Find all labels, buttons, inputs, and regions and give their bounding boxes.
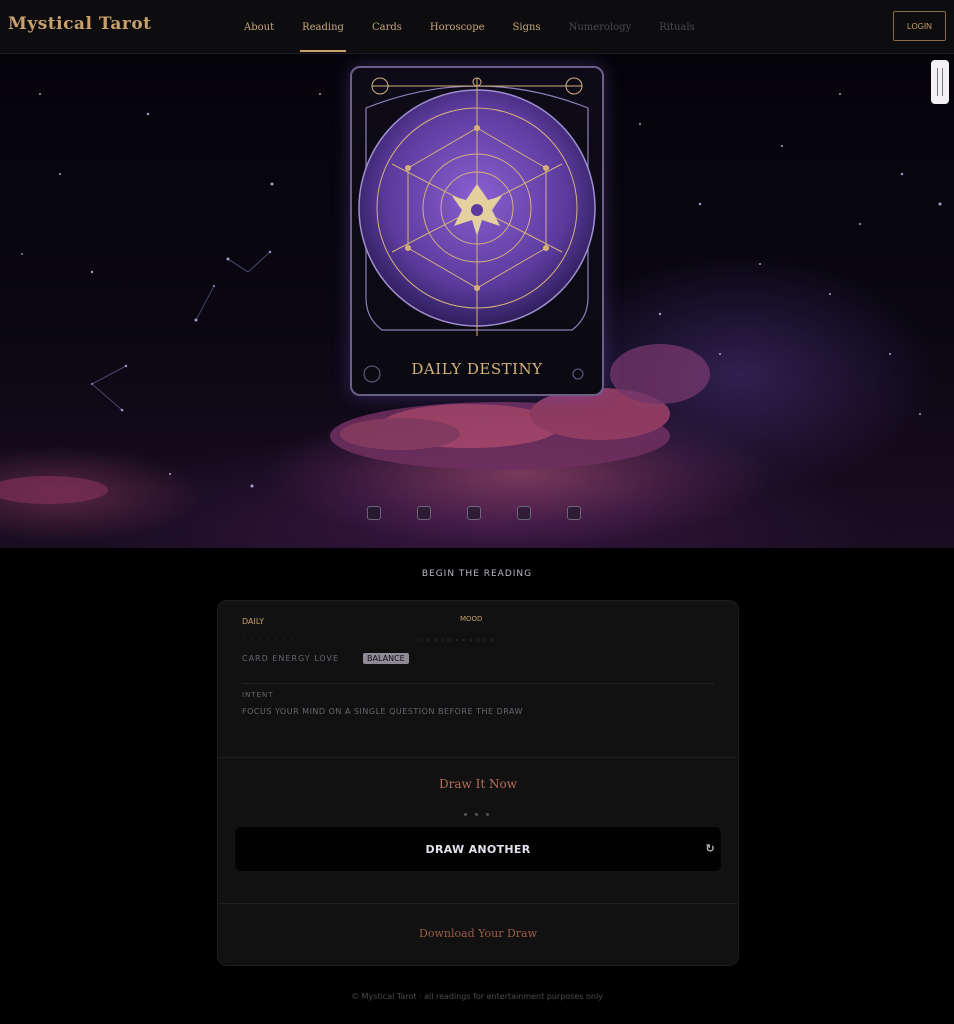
scroll-handle[interactable] xyxy=(931,60,949,104)
nav-item-numerology[interactable]: Numerology xyxy=(555,0,646,54)
daily-label: DAILY xyxy=(242,617,265,626)
section-title: BEGIN THE READING xyxy=(421,569,533,579)
nav-item-rituals[interactable]: Rituals xyxy=(645,0,708,54)
intent-text: FOCUS YOUR MIND ON A SINGLE QUESTION BEF… xyxy=(242,707,523,716)
nav-item-signs[interactable]: Signs xyxy=(499,0,555,54)
energy-text: CARD ENERGY LOVE xyxy=(242,654,340,663)
tarot-card[interactable]: DAILY DESTINY xyxy=(350,66,604,396)
draw-button-label: DRAW ANOTHER xyxy=(425,842,531,856)
reveal-label[interactable]: Draw It Now xyxy=(218,777,738,791)
panel-divider xyxy=(242,683,714,684)
nav-item-cards[interactable]: Cards xyxy=(358,0,416,54)
reading-panel: DAILY MOOD · · · · · · · · · · · · · · ·… xyxy=(217,600,739,966)
top-header: Mystical Tarot About Reading Cards Horos… xyxy=(0,0,954,54)
mood-label: MOOD xyxy=(460,615,483,623)
page-footer: © Mystical Tarot · all readings for ente… xyxy=(351,992,603,1001)
download-link[interactable]: Download Your Draw xyxy=(218,927,738,940)
carousel-dot-4[interactable] xyxy=(517,506,531,520)
progress-dots xyxy=(464,813,489,816)
card-artwork xyxy=(358,77,596,383)
balance-badge[interactable]: BALANCE xyxy=(363,653,409,664)
panel-section-divider xyxy=(218,757,738,758)
nav-item-about[interactable]: About xyxy=(230,0,288,54)
refresh-icon: ↻ xyxy=(705,842,715,855)
panel-footer-divider xyxy=(218,903,738,904)
nav-item-reading[interactable]: Reading xyxy=(288,0,358,54)
carousel-dot-5[interactable] xyxy=(567,506,581,520)
login-button[interactable]: LOGIN xyxy=(893,11,946,41)
main-nav: About Reading Cards Horoscope Signs Nume… xyxy=(230,0,709,54)
carousel-dot-1[interactable] xyxy=(367,506,381,520)
intent-label: INTENT xyxy=(242,691,274,699)
mood-placeholder: · · · · · · · · · · · xyxy=(420,636,495,645)
hero-section: DAILY DESTINY xyxy=(0,54,954,548)
draw-button[interactable]: DRAW ANOTHER ↻ xyxy=(235,827,721,871)
daily-placeholder: · · · · · · · xyxy=(242,634,295,643)
carousel-dot-3[interactable] xyxy=(467,506,481,520)
carousel-dot-2[interactable] xyxy=(417,506,431,520)
card-carousel-dots xyxy=(367,506,581,520)
site-logo[interactable]: Mystical Tarot xyxy=(8,14,152,34)
card-title: DAILY DESTINY xyxy=(411,360,543,378)
nav-item-horoscope[interactable]: Horoscope xyxy=(416,0,499,54)
